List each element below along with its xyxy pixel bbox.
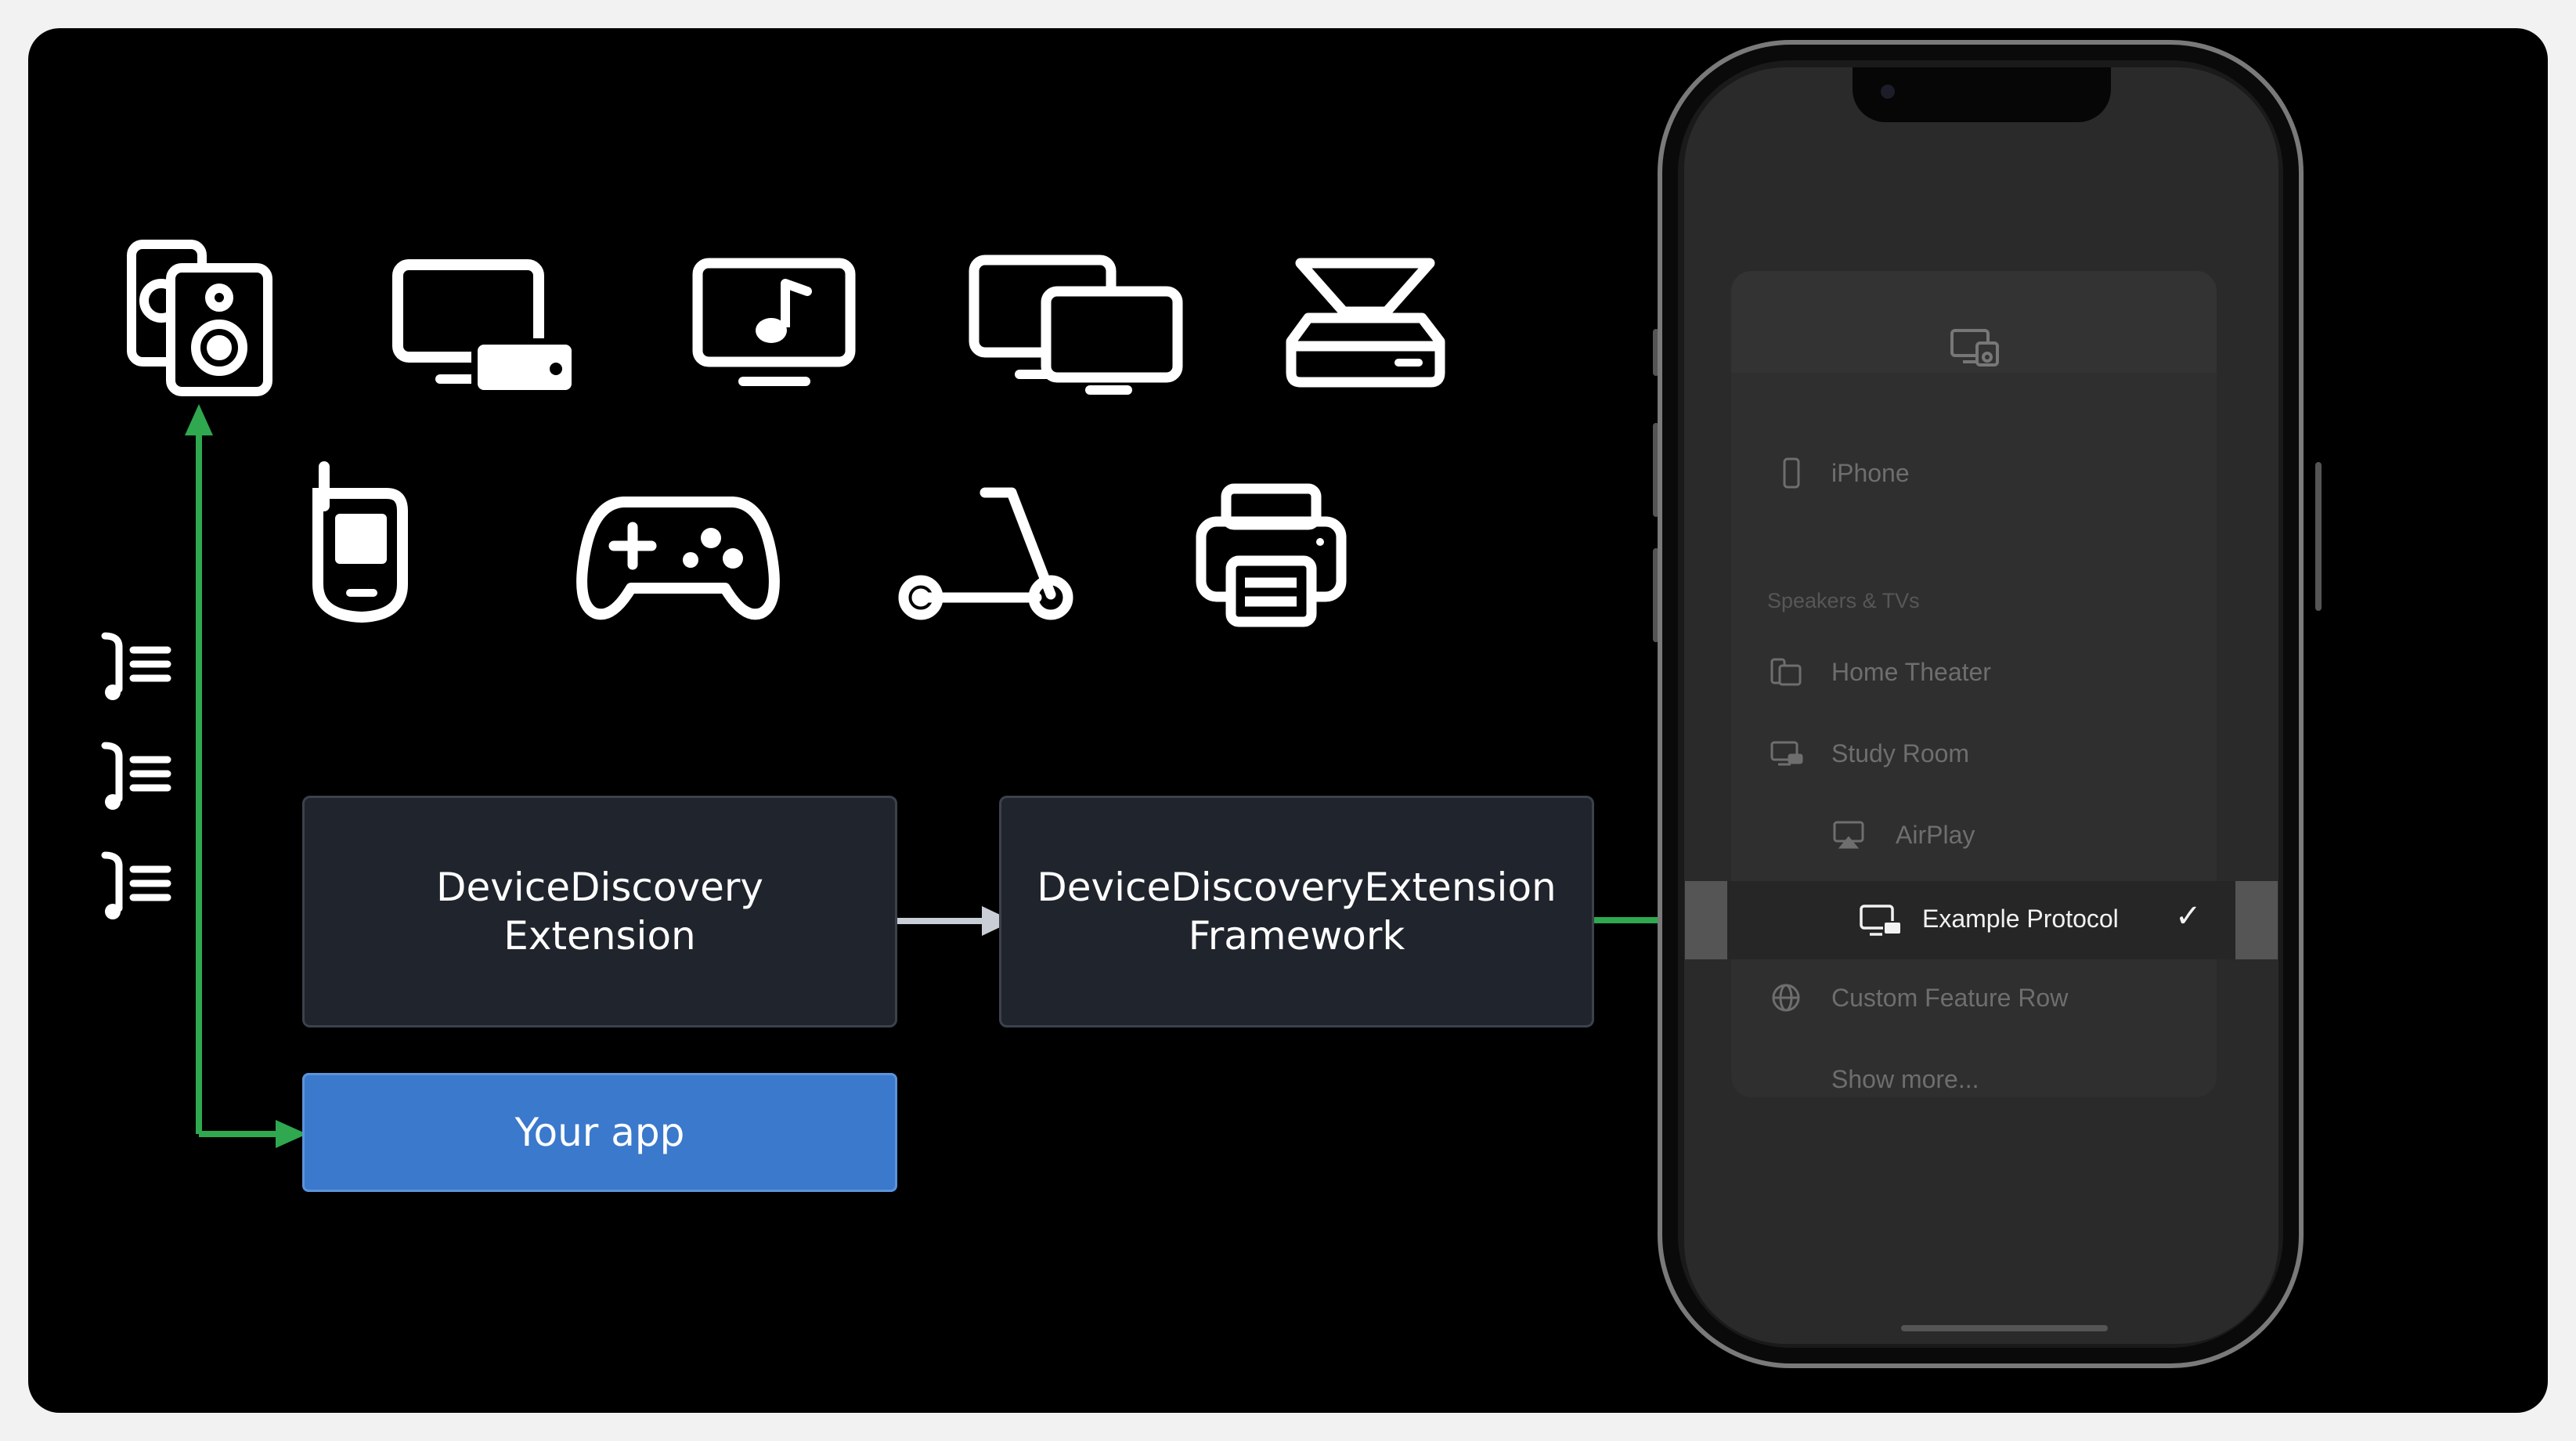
extension-box-line2: Extension [503,913,696,959]
gray-arrow [897,903,1015,939]
your-app-label: Your app [514,1110,685,1155]
display-box-icon [1859,903,1903,937]
menu-row-label: Show more... [1831,1065,1979,1093]
screens-icon [1949,327,2001,368]
display-icon [1769,736,1803,771]
phone-power-button [2315,462,2322,611]
your-app-box: Your app [302,1073,897,1192]
menu-row-label: iPhone [1831,459,1910,487]
home-indicator [1901,1325,2108,1331]
menu-row-label: Home Theater [1831,658,1991,686]
menu-row-iphone[interactable]: iPhone [1731,439,2217,509]
menu-row-label: Custom Feature Row [1831,984,2069,1012]
front-camera [1881,85,1895,99]
device-discovery-extension-box: DeviceDiscovery Extension [302,796,897,1027]
iphone-notch [1853,67,2111,122]
airplay-icon [1831,818,1866,852]
device-discovery-framework-box: DeviceDiscoveryExtension Framework [999,796,1594,1027]
apple-tv-icon [1769,655,1803,689]
selected-row-label: Example Protocol [1922,905,2119,933]
checkmark-icon: ✓ [2175,898,2202,934]
framework-box-line2: Framework [1188,913,1405,959]
framework-box-line1: DeviceDiscoveryExtension [1037,865,1557,910]
menu-row-example-protocol[interactable]: Example Protocol ✓ [1685,881,2278,959]
iphone-icon [1773,456,1808,490]
selected-row-edge-right [2235,881,2278,959]
selected-row-edge-left [1685,881,1727,959]
menu-row-show-more[interactable]: Show more... [1731,1045,2217,1097]
globe-icon [1769,981,1803,1015]
menu-row-home-theater[interactable]: Home Theater [1731,637,2217,708]
device-picker-menu: iPhone Speakers & TVs Home Theater Study… [1731,271,2217,1097]
menu-row-label: AirPlay [1896,821,1975,849]
extension-box-line1: DeviceDiscovery [435,865,764,910]
menu-row-study-room[interactable]: Study Room [1731,719,2217,789]
menu-row-airplay[interactable]: AirPlay [1731,800,2217,871]
menu-row-label: Study Room [1831,739,1970,767]
section-label: Speakers & TVs [1767,589,1920,612]
menu-header [1731,271,2217,373]
menu-row-custom-feature[interactable]: Custom Feature Row [1731,963,2217,1034]
